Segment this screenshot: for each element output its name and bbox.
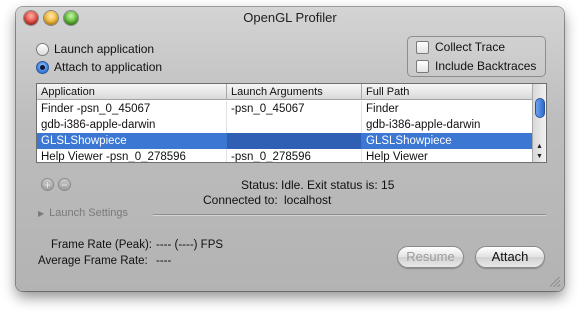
connected-to-value: localhost <box>284 193 332 207</box>
application-table: Application Launch Arguments Full Path F… <box>36 83 547 163</box>
plus-icon[interactable]: + <box>41 178 54 191</box>
window-title: OpenGL Profiler <box>243 10 337 25</box>
column-header-launch-arguments[interactable]: Launch Arguments <box>227 84 362 100</box>
disclosure-triangle-icon: ▶ <box>38 208 45 218</box>
connected-to-label: Connected to: <box>203 193 278 207</box>
table-body: Finder -psn_0_45067 -psn_0_45067 Finder … <box>37 101 534 162</box>
collect-trace-label: Collect Trace <box>435 40 506 54</box>
table-row[interactable]: gdb-i386-apple-darwin gdb-i386-apple-dar… <box>37 117 534 133</box>
table-row[interactable]: Finder -psn_0_45067 -psn_0_45067 Finder <box>37 101 534 117</box>
collect-trace-checkbox[interactable]: Collect Trace <box>416 39 505 55</box>
close-window-button[interactable] <box>24 11 38 25</box>
launch-application-label: Launch application <box>54 42 155 56</box>
status-label: Status: <box>241 178 279 192</box>
launch-settings-label: Launch Settings <box>49 207 129 219</box>
radio-off-icon <box>36 42 49 56</box>
launch-application-radio[interactable]: Launch application <box>36 41 154 57</box>
cell-launch-arguments: -psn_0_278596 <box>227 149 362 162</box>
scrollbar-thumb[interactable] <box>535 98 545 118</box>
cell-application: Finder -psn_0_45067 <box>37 101 227 117</box>
scroll-down-arrow-icon[interactable]: ▼ <box>533 152 546 161</box>
frame-rate-peak-label: Frame Rate (Peak): <box>51 239 152 251</box>
cell-launch-arguments[interactable] <box>227 133 362 149</box>
cell-full-path: GLSLShowpiece <box>362 133 534 149</box>
trace-options-box: Collect Trace Include Backtraces <box>407 36 546 77</box>
cell-application: Help Viewer -psn_0_278596 <box>37 149 227 162</box>
cell-launch-arguments <box>227 117 362 133</box>
launch-settings-disclosure[interactable]: ▶ Launch Settings <box>38 207 128 219</box>
include-backtraces-checkbox[interactable]: Include Backtraces <box>416 58 536 74</box>
scroll-up-arrow-icon[interactable]: ▲ <box>533 142 546 151</box>
cell-full-path: gdb-i386-apple-darwin <box>362 117 534 133</box>
column-header-application[interactable]: Application <box>37 84 227 100</box>
table-row[interactable]: Help Viewer -psn_0_278596 -psn_0_278596 … <box>37 149 534 162</box>
checkbox-icon <box>416 40 429 54</box>
cell-launch-arguments: -psn_0_45067 <box>227 101 362 117</box>
divider <box>153 214 546 215</box>
table-header: Application Launch Arguments Full Path <box>37 84 534 100</box>
cell-full-path: Finder <box>362 101 534 117</box>
attach-to-application-label: Attach to application <box>54 60 163 74</box>
cell-full-path: Help Viewer <box>362 149 534 162</box>
minus-icon[interactable]: − <box>58 178 71 191</box>
status-value: Idle. Exit status is: 15 <box>281 178 395 192</box>
attach-to-application-radio[interactable]: Attach to application <box>36 59 162 75</box>
average-frame-rate-value: ---- <box>156 255 172 267</box>
table-row-selected[interactable]: GLSLShowpiece GLSLShowpiece <box>37 133 534 149</box>
checkbox-icon <box>416 59 429 73</box>
resume-button[interactable]: Resume <box>397 246 464 268</box>
column-header-full-path[interactable]: Full Path <box>362 84 534 100</box>
average-frame-rate-label: Average Frame Rate: <box>38 255 148 267</box>
include-backtraces-label: Include Backtraces <box>435 59 537 73</box>
cell-application: gdb-i386-apple-darwin <box>37 117 227 133</box>
radio-on-icon <box>36 60 49 74</box>
cell-application: GLSLShowpiece <box>37 133 227 149</box>
resize-grip-icon[interactable] <box>550 277 560 287</box>
frame-rate-peak-value: ---- (----) FPS <box>156 239 224 251</box>
minimize-window-button[interactable] <box>44 11 58 25</box>
table-vertical-scrollbar[interactable]: ▲ ▼ <box>532 84 546 162</box>
profiler-window: OpenGL Profiler Launch application Attac… <box>16 7 564 291</box>
zoom-window-button[interactable] <box>64 11 78 25</box>
attach-button[interactable]: Attach <box>475 246 545 268</box>
